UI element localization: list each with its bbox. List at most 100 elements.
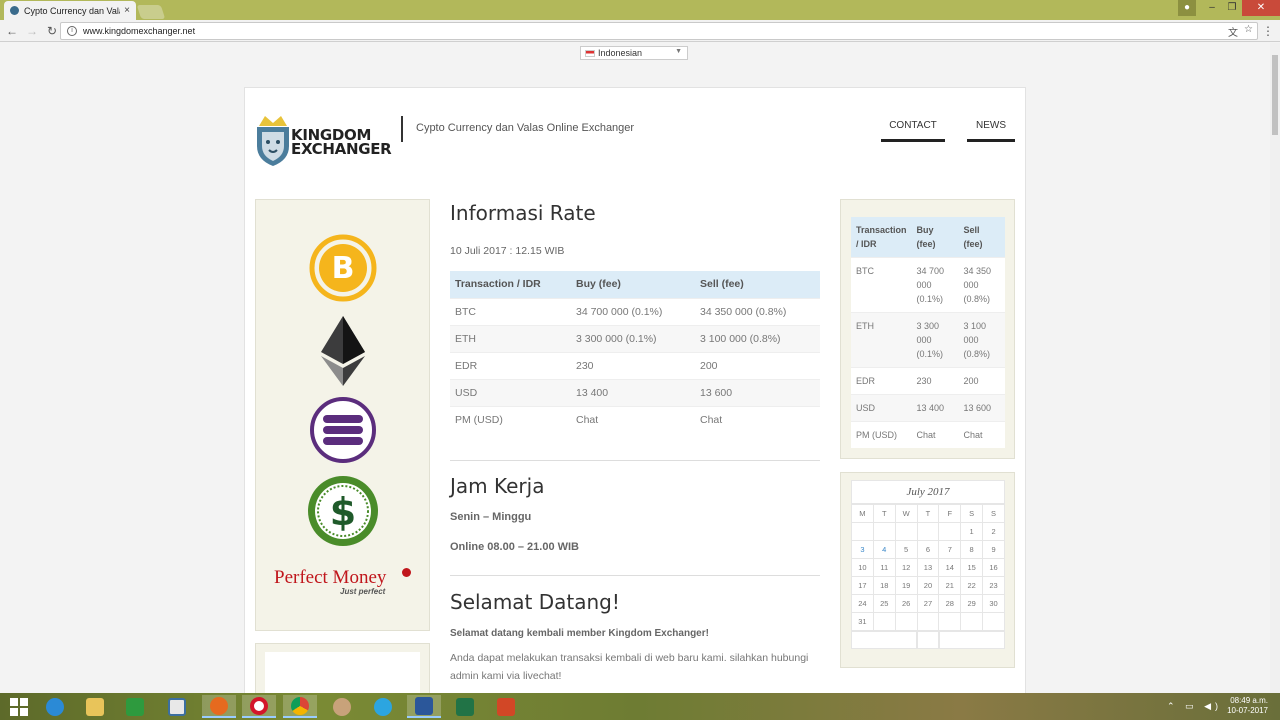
pm-badge-icon [402,568,411,577]
site-tagline: Cypto Currency dan Valas Online Exchange… [416,122,635,134]
calendar-day[interactable]: 3 [851,540,874,559]
calendar-week-row: 17 18 19 20 21 22 23 [851,576,1005,595]
pm-logo-text: Perfect Money [274,567,387,588]
perfect-money-logo[interactable]: Perfect Money Just perfect [274,567,414,597]
tab-title: Cypto Currency dan Vala [24,5,121,16]
maximize-button[interactable]: ❐ [1222,0,1242,16]
hours-days: Senin – Minggu [450,511,532,523]
calendar-week-row: 12 [851,522,1005,541]
welcome-bold-text: Selamat datang kembali member Kingdom Ex… [450,628,709,639]
firefox-icon[interactable] [202,695,236,718]
browser-menu-icon[interactable]: ⋮ [1262,24,1274,38]
ethereum-icon[interactable] [321,316,365,386]
weekday-label: T [916,504,940,523]
calendar-day: 26 [894,594,918,613]
calendar-empty-day [916,612,940,631]
language-select[interactable]: Indonesian ▼ [580,46,688,60]
calendar-day: 2 [982,522,1005,541]
close-window-button[interactable]: ✕ [1242,0,1280,16]
calendar-day: 7 [938,540,962,559]
site-info-icon[interactable]: i [67,26,77,36]
powerpoint-icon[interactable] [489,695,523,718]
minimize-button[interactable]: – [1202,0,1222,16]
header-divider [401,116,403,142]
table-cell: Chat [695,405,820,433]
page-scrollbar[interactable] [1270,43,1280,693]
opera-icon[interactable] [242,695,276,718]
address-bar[interactable]: i www.kingdomexchanger.net 文 ☆ [60,22,1258,40]
table-row: EDR 230 200 [450,351,820,379]
clock-date: 10-07-2017 [1227,706,1268,715]
calendar-day: 13 [916,558,940,577]
calendar-empty-day [872,522,896,541]
system-tray-icons[interactable]: ⌃ ▭ ◀) [1167,701,1222,712]
reload-button[interactable]: ↻ [44,23,60,39]
forward-button[interactable]: → [24,23,40,39]
site-logo[interactable]: KINGDOM EXCHANGER [255,114,395,166]
currency-icons-panel: B $ Perfect Money Just perfect [255,199,430,631]
excel-icon[interactable] [448,695,482,718]
table-cell: 230 [571,351,695,379]
calendar-day: 24 [851,594,874,613]
side-rate-table: Transaction / IDR Buy (fee) Sell (fee) B… [851,217,1005,448]
tab-close-icon[interactable]: × [124,5,130,16]
browser-tab[interactable]: Cypto Currency dan Vala × [4,1,136,20]
column-header: Sell (fee) [695,271,820,298]
section-divider [450,575,820,576]
left-panel-widget [265,652,420,693]
bookmark-star-icon[interactable]: ☆ [1244,24,1253,39]
calendar-week-row: 24 25 26 27 28 29 30 [851,594,1005,613]
url-text[interactable]: www.kingdomexchanger.net [83,26,195,36]
web-page: Indonesian ▼ KINGDOM EXCHANGER Cypto Cur… [0,43,1280,693]
edr-icon[interactable] [309,396,377,464]
calendar-day: 21 [938,576,962,595]
calendar-widget: July 2017 M T W T F S S 1 2 3 4 5 6 7 8 9 10 [851,480,1005,649]
new-tab-button[interactable] [136,5,166,19]
telegram-icon[interactable] [366,695,400,718]
nav-contact-link[interactable]: CONTACT [881,120,945,142]
column-header: Sell (fee) [958,217,1005,258]
table-row: BTC 34 700 000 (0.1%) 34 350 000 (0.8%) [851,257,1005,313]
svg-text:$: $ [330,490,356,534]
scrollbar-thumb[interactable] [1272,55,1278,135]
nav-news-link[interactable]: NEWS [967,120,1015,142]
calendar-title: July 2017 [851,480,1005,504]
table-cell: 200 [695,351,820,379]
table-cell: 230 [911,367,959,395]
calendar-day[interactable]: 4 [872,540,896,559]
calendar-day: 30 [982,594,1005,613]
table-header-row: Transaction / IDR Buy (fee) Sell (fee) [450,271,820,298]
user-profile-icon[interactable]: ● [1178,0,1196,16]
table-cell: Chat [958,421,1005,448]
table-cell: BTC [851,257,912,313]
calendar-empty-day [894,612,918,631]
dollar-icon[interactable]: $ [306,474,380,548]
table-cell: 34 350 000 (0.8%) [958,257,1005,313]
chrome-icon[interactable] [283,695,317,718]
translate-icon[interactable]: 文 [1228,24,1238,39]
table-cell: 200 [958,367,1005,395]
table-row: BTC 34 700 000 (0.1%) 34 350 000 (0.8%) [450,297,820,325]
internet-explorer-icon[interactable] [38,695,72,718]
store-icon[interactable] [118,695,152,718]
paint-icon[interactable] [325,695,359,718]
table-cell: ETH [851,312,912,368]
app-window-icon[interactable] [160,695,194,718]
start-icon[interactable] [2,695,36,718]
back-button[interactable]: ← [4,23,20,39]
calendar-spacer-cell [917,631,939,649]
bitcoin-icon[interactable]: B [309,234,377,302]
calendar-day: 23 [982,576,1005,595]
calendar-day: 18 [872,576,896,595]
clock[interactable]: 08:49 a.m. 10-07-2017 [1227,696,1268,716]
rate-date: 10 Juli 2017 : 12.15 WIB [450,245,565,257]
calendar-day: 19 [894,576,918,595]
table-cell: 13 400 [571,378,695,406]
language-value: Indonesian [598,48,643,58]
table-row: ETH 3 300 000 (0.1%) 3 100 000 (0.8%) [450,324,820,352]
weekday-label: S [960,504,984,523]
file-explorer-icon[interactable] [78,695,112,718]
word-icon[interactable] [407,695,441,718]
calendar-empty-day [872,612,896,631]
calendar-day: 25 [872,594,896,613]
